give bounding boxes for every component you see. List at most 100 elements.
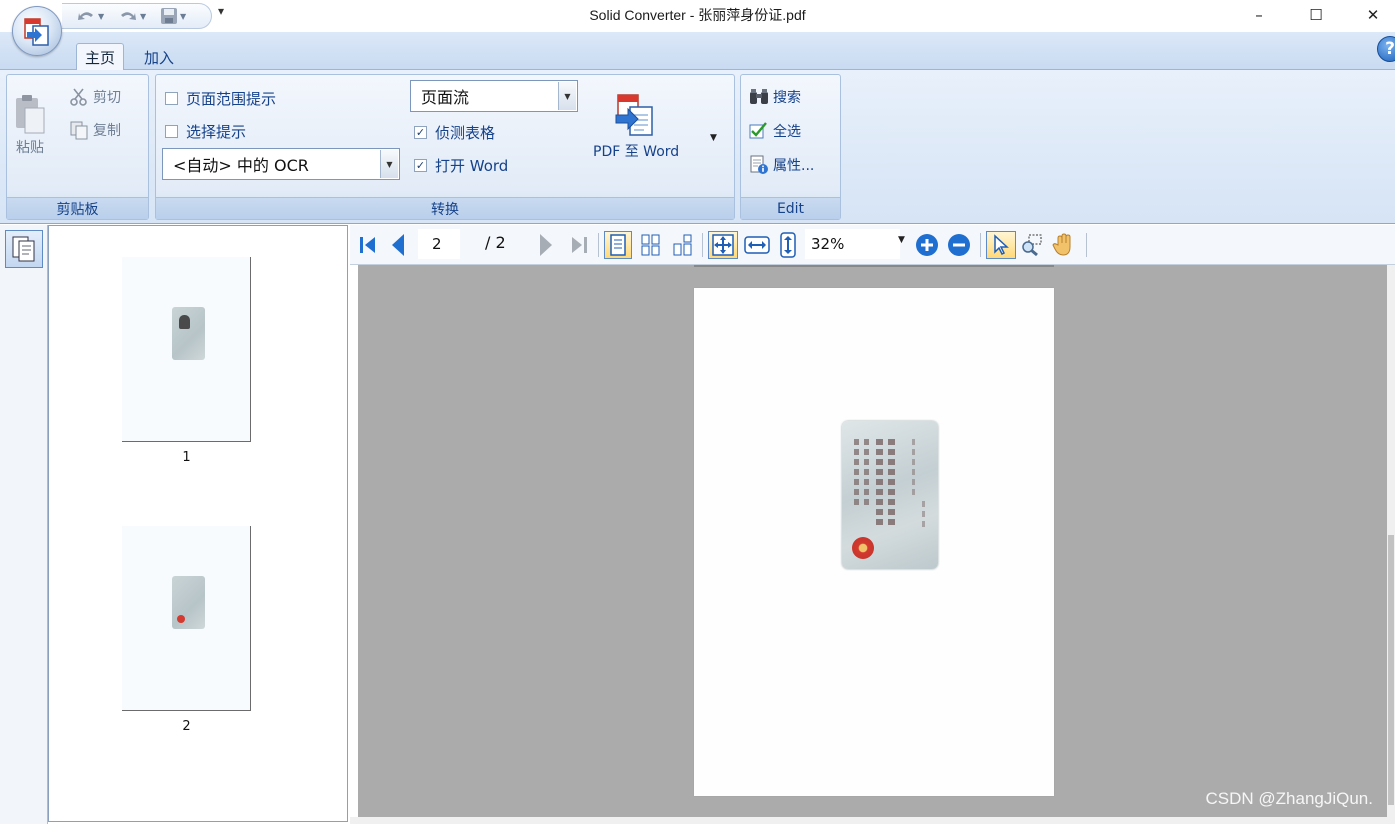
zoom-in-icon xyxy=(916,234,938,256)
cut-label: 剪切 xyxy=(93,90,121,106)
properties-label: 属性... xyxy=(773,158,815,174)
page-thumbnail-1[interactable] xyxy=(122,257,251,442)
ribbon-tab-row: 主页 加入 ? xyxy=(0,32,1395,71)
viewer-toolbar: 2 / 2 32% ▼ xyxy=(350,225,1395,265)
cut-button[interactable]: 剪切 xyxy=(69,87,121,107)
ocr-language-select[interactable]: <自动> 中的 OCR ▼ xyxy=(162,148,400,180)
minimize-button[interactable]: – xyxy=(1236,0,1282,30)
fit-width-button[interactable] xyxy=(742,231,772,259)
convert-group-label: 转换 xyxy=(156,197,734,219)
id-card-back-image xyxy=(842,421,938,569)
continuous-view-button[interactable] xyxy=(638,231,664,259)
zoom-out-button[interactable] xyxy=(946,231,972,259)
edit-group: 搜索 全选 属性... Edit xyxy=(740,74,841,220)
first-page-button[interactable] xyxy=(356,231,380,259)
national-emblem-icon xyxy=(852,537,874,559)
single-page-view-button[interactable] xyxy=(604,231,632,259)
fit-page-button[interactable] xyxy=(708,231,738,259)
copy-button[interactable]: 复制 xyxy=(69,120,121,140)
select-all-button[interactable]: 全选 xyxy=(749,121,801,141)
scrollbar-thumb[interactable] xyxy=(1388,535,1394,805)
checkbox-box xyxy=(165,92,178,105)
close-button[interactable]: ✕ xyxy=(1350,0,1395,30)
card-text-column xyxy=(854,439,859,509)
properties-icon xyxy=(750,155,768,174)
open-word-label: 打开 Word xyxy=(435,157,509,175)
open-word-checkbox[interactable]: ✓ 打开 Word xyxy=(414,155,508,176)
checkbox-box xyxy=(165,125,178,138)
copy-label: 复制 xyxy=(93,123,121,139)
last-page-button[interactable] xyxy=(566,231,592,259)
check-all-icon xyxy=(749,122,767,139)
maximize-button[interactable]: ☐ xyxy=(1293,0,1339,30)
pages-icon xyxy=(12,236,35,262)
paste-icon xyxy=(16,95,45,134)
page-range-hint-checkbox[interactable]: 页面范围提示 xyxy=(165,88,276,109)
title-bar: ▼ ▼ ▼ ▾ Solid Converter - 张丽萍身份证.pdf – ☐… xyxy=(0,0,1395,30)
toolbar-separator xyxy=(598,233,599,257)
select-tool-button[interactable] xyxy=(986,231,1016,259)
detect-tables-label: 侦测表格 xyxy=(435,124,496,142)
next-page-icon xyxy=(540,234,552,256)
fit-height-button[interactable] xyxy=(776,231,800,259)
id-card-front-preview xyxy=(172,307,205,360)
fit-width-icon xyxy=(744,236,770,254)
previous-page-edge xyxy=(694,265,1054,267)
pdf-to-word-icon xyxy=(615,94,653,136)
application-menu-button[interactable] xyxy=(12,6,62,56)
zoom-level-input[interactable]: 32% xyxy=(805,229,900,259)
document-page-2 xyxy=(694,288,1054,796)
selection-hint-checkbox[interactable]: 选择提示 xyxy=(165,121,246,142)
checkmark-icon: ✓ xyxy=(414,159,427,172)
selection-hint-label: 选择提示 xyxy=(186,123,247,141)
hand-tool-button[interactable] xyxy=(1050,231,1076,259)
card-text-column xyxy=(922,501,925,531)
first-page-icon xyxy=(360,237,375,253)
layout-select-value: 页面流 xyxy=(421,88,470,107)
ocr-select-value: <自动> 中的 OCR xyxy=(173,156,309,175)
fit-page-icon xyxy=(712,234,734,256)
paste-button[interactable]: 粘贴 xyxy=(13,93,47,157)
edit-group-label: Edit xyxy=(741,197,840,219)
tab-addins[interactable]: 加入 xyxy=(136,44,182,70)
select-all-label: 全选 xyxy=(773,124,801,140)
pdf-to-word-button[interactable]: PDF 至 Word xyxy=(593,91,679,161)
chevron-down-icon[interactable]: ▼ xyxy=(558,82,576,110)
thumbnail-page-number: 2 xyxy=(182,719,191,734)
emblem-icon xyxy=(177,615,185,623)
pages-panel-button[interactable] xyxy=(5,230,43,268)
scissors-icon xyxy=(70,88,87,106)
vertical-scrollbar[interactable] xyxy=(1387,265,1395,817)
current-page-input[interactable]: 2 xyxy=(418,229,460,259)
chevron-down-icon[interactable]: ▼ xyxy=(898,235,905,245)
search-button[interactable]: 搜索 xyxy=(749,87,801,107)
tab-home[interactable]: 主页 xyxy=(76,43,125,71)
clipboard-group-label: 剪贴板 xyxy=(7,197,148,219)
paste-label: 粘贴 xyxy=(16,140,44,156)
chevron-down-icon[interactable]: ▼ xyxy=(380,150,398,178)
app-logo-icon xyxy=(24,18,49,46)
card-text-column xyxy=(876,439,883,529)
properties-button[interactable]: 属性... xyxy=(749,155,814,175)
last-page-icon xyxy=(572,237,587,253)
continuous-pages-icon xyxy=(641,234,660,256)
layout-mode-select[interactable]: 页面流 ▼ xyxy=(410,80,578,112)
document-viewport[interactable]: CSDN @ZhangJiQun. xyxy=(358,265,1387,817)
bottom-edge xyxy=(350,817,1395,824)
page-thumbnail-2[interactable] xyxy=(122,526,251,711)
card-text-column xyxy=(888,439,895,529)
toolbar-separator xyxy=(702,233,703,257)
previous-page-button[interactable] xyxy=(388,231,408,259)
snapshot-icon xyxy=(1022,234,1042,257)
copy-icon xyxy=(70,121,88,140)
detect-tables-checkbox[interactable]: ✓ 侦测表格 xyxy=(414,122,495,143)
facing-pages-button[interactable] xyxy=(670,231,696,259)
chevron-down-icon[interactable]: ▼ xyxy=(710,133,717,143)
snapshot-tool-button[interactable] xyxy=(1018,231,1046,259)
cursor-arrow-icon xyxy=(994,234,1009,256)
card-text-column xyxy=(864,439,869,509)
clipboard-group: 粘贴 剪切 复制 剪贴板 xyxy=(6,74,149,220)
next-page-button[interactable] xyxy=(536,231,556,259)
help-button[interactable]: ? xyxy=(1377,36,1395,62)
zoom-in-button[interactable] xyxy=(914,231,940,259)
